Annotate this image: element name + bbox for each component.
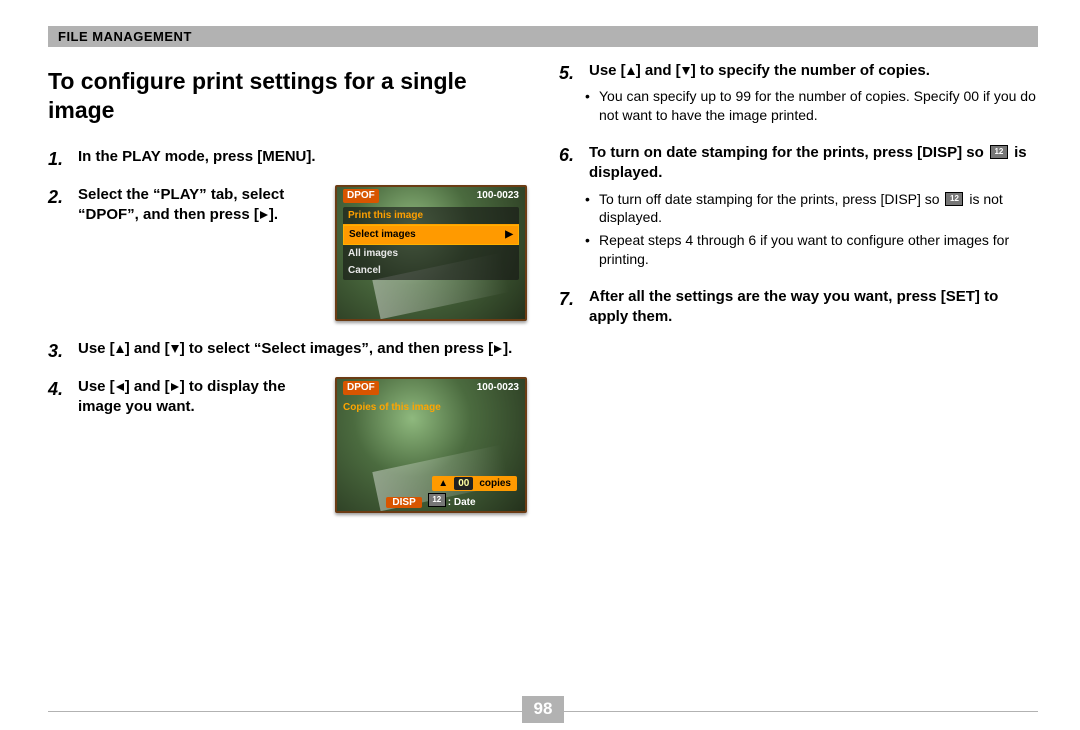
section-header: File Management <box>48 26 1038 47</box>
step-5-text-c: ] to specify the number of copies. <box>691 62 930 79</box>
screen2-copies-count: 00 <box>454 477 473 491</box>
right-triangle-icon <box>493 344 503 354</box>
page-number: 98 <box>522 696 565 723</box>
up-triangle-icon <box>115 344 125 354</box>
camera-screen-2: DPOF 100-0023 Copies of this image ▲ 00 … <box>335 377 527 513</box>
step-5-text-b: ] and [ <box>636 62 681 79</box>
date-stamp-icon <box>428 493 446 507</box>
screen1-filenum: 100-0023 <box>477 189 519 203</box>
content-columns: To configure print settings for a single… <box>48 61 1038 686</box>
step-4: Use [] and [] to display the image you w… <box>48 377 527 513</box>
screen1-row-cancel: Cancel <box>343 262 519 280</box>
date-stamp-icon <box>945 192 963 206</box>
right-triangle-icon <box>259 210 269 220</box>
page-footer: 98 <box>48 696 1038 712</box>
step-2-text-b: ]. <box>269 206 278 223</box>
steps-right: Use [ ] and [ ] to specify the number of c… <box>559 61 1038 328</box>
screen2-copies-label: copies <box>479 477 511 491</box>
up-triangle-icon <box>626 66 636 76</box>
step-4-text-b: ] and [ <box>125 378 170 395</box>
screen1-panel-title: Print this image <box>343 207 519 226</box>
step-5: Use [ ] and [ ] to specify the number of c… <box>559 61 1038 125</box>
screen2-date-label: : Date <box>448 497 476 508</box>
step-3-text-d: ]. <box>503 340 512 357</box>
step-5-sub-1: You can specify up to 99 for the number … <box>585 87 1038 125</box>
step-6-sub-2: Repeat steps 4 through 6 if you want to … <box>585 231 1038 269</box>
screen1-row-all-images: All images <box>343 245 519 263</box>
screen1-panel: Print this image Select images ▶ All ima… <box>343 207 519 280</box>
step-2: Select the “PLAY” tab, select “DPOF”, an… <box>48 185 527 321</box>
screen2-copies-badge: ▲ 00 copies <box>432 476 517 492</box>
left-column: To configure print settings for a single… <box>48 61 527 686</box>
screen1-row-select-images: Select images ▶ <box>343 225 519 245</box>
screen1-row1-arrow-icon: ▶ <box>505 228 513 242</box>
step-3-text-b: ] and [ <box>125 340 170 357</box>
step-7: After all the settings are the way you w… <box>559 287 1038 328</box>
down-triangle-icon <box>170 344 180 354</box>
camera-screen-1: DPOF 100-0023 Print this image Select im… <box>335 185 527 321</box>
step-3: Use [ ] and [ ] to select “Select images”,… <box>48 339 527 359</box>
step-5-text-a: Use [ <box>589 62 626 79</box>
step-6: To turn on date stamping for the prints,… <box>559 143 1038 269</box>
step-1: In the PLAY mode, press [MENU]. <box>48 147 527 167</box>
screen2-disp-badge: DISP <box>386 497 421 508</box>
screen2-title: Copies of this image <box>343 401 441 415</box>
screen2-disp-row: DISP : Date <box>343 493 519 510</box>
left-triangle-icon <box>115 382 125 392</box>
page-title: To configure print settings for a single… <box>48 67 527 125</box>
screen2-copies-up-icon: ▲ <box>438 477 448 491</box>
step-6-text-a: To turn on date stamping for the prints,… <box>589 144 988 161</box>
screen1-dpof-badge: DPOF <box>343 189 379 203</box>
step-4-text-a: Use [ <box>78 378 115 395</box>
step-2-text-a: Select the “PLAY” tab, select “DPOF”, an… <box>78 186 284 223</box>
screen2-filenum: 100-0023 <box>477 381 519 395</box>
screen2-dpof-badge: DPOF <box>343 381 379 395</box>
down-triangle-icon <box>681 66 691 76</box>
step-6-sub-1a: To turn off date stamping for the prints… <box>599 191 943 207</box>
steps-left: In the PLAY mode, press [MENU]. Select t… <box>48 147 527 514</box>
date-stamp-icon <box>990 145 1008 159</box>
right-column: Use [ ] and [ ] to specify the number of c… <box>559 61 1038 686</box>
right-triangle-icon <box>170 382 180 392</box>
step-3-text-c: ] to select “Select images”, and then pr… <box>180 340 493 357</box>
screen1-row1-label: Select images <box>349 228 416 242</box>
step-6-sub-1: To turn off date stamping for the prints… <box>585 190 1038 228</box>
step-3-text-a: Use [ <box>78 340 115 357</box>
